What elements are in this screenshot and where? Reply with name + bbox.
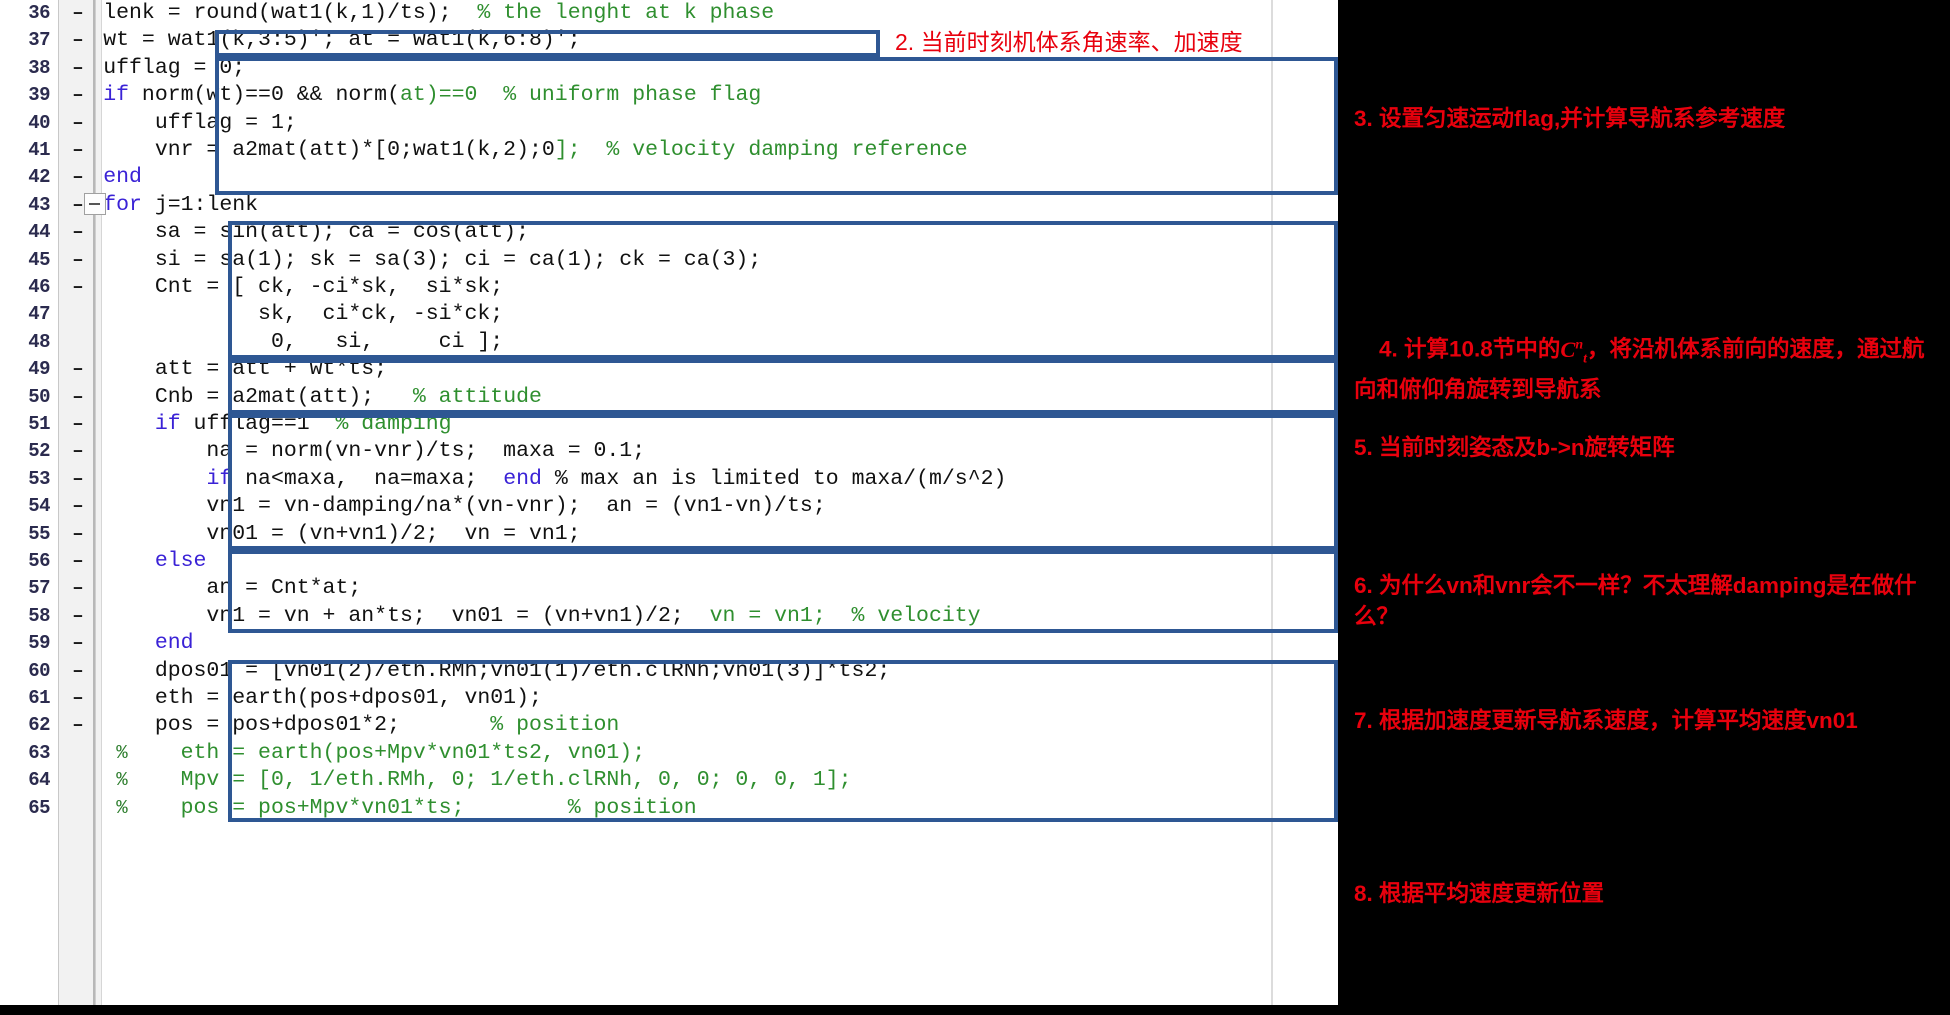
code-fold-toggle-icon[interactable] [84, 193, 106, 215]
code-highlight-box [228, 659, 1338, 822]
annotation-4-text-before: 4. 计算10.8节中的 [1379, 336, 1561, 362]
annotation-item-7: 7. 根据加速度更新导航系速度，计算平均速度vn01 [1354, 708, 1858, 733]
code-line[interactable]: end [0, 630, 1338, 657]
bottom-black-strip [0, 1005, 1338, 1015]
code-highlight-box [215, 30, 880, 57]
code-highlight-box [215, 56, 1338, 195]
code-editor-pane[interactable]: 36– lenk = round(wat1(k,1)/ts); % the le… [0, 0, 1338, 1015]
code-highlight-box [228, 359, 1338, 414]
math-base: C [1560, 336, 1576, 362]
annotation-item-8: 8. 根据平均速度更新位置 [1354, 881, 1605, 906]
code-highlight-box [228, 414, 1338, 550]
annotation-item-3: 3. 设置匀速运动flag,并计算导航系参考速度 [1354, 106, 1786, 131]
code-highlight-box [228, 550, 1338, 634]
annotation-item-6: 6. 为什么vn和vnr会不一样？不太理解damping是在做什么？ [1354, 573, 1917, 629]
annotation-2-inline: 2. 当前时刻机体系角速率、加速度 [895, 29, 1243, 55]
annotation-4-math-symbol: Cnt [1560, 336, 1587, 367]
annotation-panel: 3. 设置匀速运动flag,并计算导航系参考速度 4. 计算10.8节中的Cnt… [1338, 0, 1950, 1015]
math-superscript: n [1575, 337, 1584, 352]
code-highlight-box [228, 221, 1338, 360]
code-line[interactable]: lenk = round(wat1(k,1)/ts); % the lenght… [0, 0, 1338, 27]
annotation-item-5: 5. 当前时刻姿态及b->n旋转矩阵 [1354, 435, 1675, 460]
code-line[interactable]: for j=1:lenk [0, 192, 1338, 219]
annotation-item-4: 4. 计算10.8节中的Cnt，将沿机体系前向的速度，通过航向和俯仰角旋转到导航… [1354, 298, 1934, 436]
